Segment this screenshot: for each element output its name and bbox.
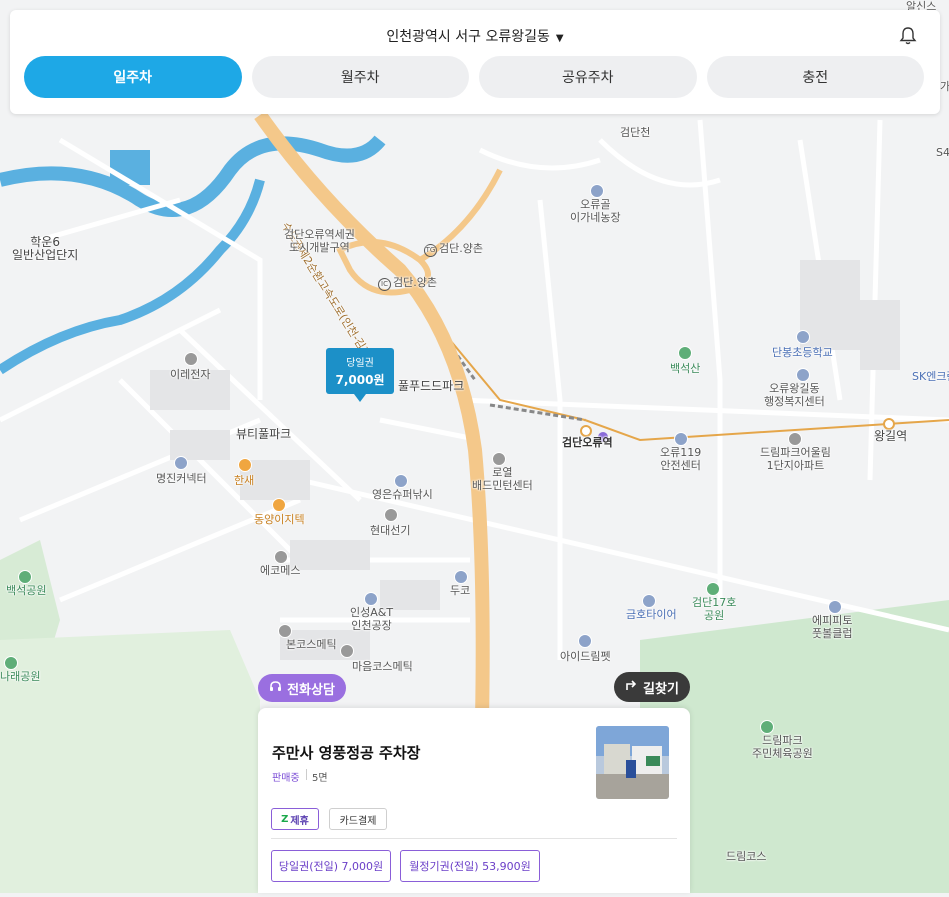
map-label-kumho: 금호타이어 (626, 608, 677, 621)
poi-icon (828, 600, 842, 614)
top-header: 인천광역시 서구 오류왕길동 ▼ 일주차 월주차 공유주차 충전 (10, 10, 940, 114)
poi-icon (454, 570, 468, 584)
map-label-dream-apt: 드림파크어울림 1단지아파트 (760, 446, 831, 472)
map-label-s4: S4 (936, 146, 949, 159)
map-label-insung: 인성A&T 인천공장 (350, 606, 394, 632)
poi-icon (238, 458, 252, 472)
map-label-baekseok: 백석공원 (6, 584, 47, 597)
map-label-sk: SK엔크린 (912, 370, 949, 383)
poi-icon (590, 184, 604, 198)
poi-icon (642, 594, 656, 608)
poi-icon (4, 656, 18, 670)
headset-icon (269, 680, 282, 697)
poi-icon (384, 508, 398, 522)
directions-label: 길찾기 (643, 681, 679, 697)
location-text: 인천광역시 서구 오류왕길동 (386, 29, 550, 45)
ic2-badge: IC (378, 278, 391, 291)
poi-icon (492, 452, 506, 466)
location-selector[interactable]: 인천광역시 서구 오류왕길동 ▼ (10, 26, 940, 46)
price-monthly-button[interactable]: 월정기권(전일) 53,900원 (400, 850, 540, 882)
map-label-safety: 오류119 안전센터 (660, 446, 702, 472)
marker-label: 당일권 (346, 358, 374, 369)
poi-icon (364, 592, 378, 606)
poi-icon (278, 624, 292, 638)
poi-icon (340, 644, 354, 658)
map-label-park17: 검단17호 공원 (692, 596, 737, 622)
turn-right-arrow-icon (625, 679, 637, 695)
poi-icon (578, 634, 592, 648)
map-label-oryugol: 오류골 이가네농장 (570, 198, 621, 224)
map-label-bon: 본코스메틱 (286, 638, 337, 651)
map-label-beauty: 뷰티풀파크 (236, 427, 292, 441)
poi-icon (796, 330, 810, 344)
map-label-myungjin: 명진커넥터 (156, 472, 207, 485)
tab-monthly[interactable]: 월주차 (251, 56, 469, 98)
poi-icon (760, 720, 774, 734)
poi-icon (272, 498, 286, 512)
partner-z-icon: Z (281, 813, 289, 825)
map-label-duco: 두코 (450, 584, 471, 597)
poi-icon (394, 474, 408, 488)
poi-icon (274, 550, 288, 564)
directions-button[interactable]: 길찾기 (614, 672, 690, 702)
poi-icon (184, 352, 198, 366)
tag-card-payment: 카드결제 (329, 808, 387, 830)
phone-consult-button[interactable]: 전화상담 (258, 674, 346, 702)
poi-icon (678, 346, 692, 360)
map-label-geomdan-station: 검단오류역 (562, 436, 613, 449)
sale-status: 판매중 (272, 773, 300, 784)
poi-icon (796, 368, 810, 382)
parking-lot-photo[interactable] (596, 726, 669, 799)
map-label-geomdancheon: 검단천 (620, 126, 651, 139)
map-label-maeul: 마음코스메틱 (352, 660, 413, 673)
parking-price-marker[interactable]: 당일권 7,000원 (326, 348, 394, 402)
parking-lot-name: 주만사 영풍정공 주차장 (272, 744, 421, 762)
map-label-epip: 에피피토 풋볼클럽 (812, 614, 853, 640)
ic1-badge: TG (424, 244, 437, 257)
tab-shared[interactable]: 공유주차 (479, 56, 697, 98)
map-label-ic2: IC 검단.양촌 (378, 276, 437, 291)
divider (271, 838, 677, 839)
poi-icon (706, 582, 720, 596)
price-daily-button[interactable]: 당일권(전일) 7,000원 (271, 850, 391, 882)
consult-label: 전화상담 (287, 682, 335, 698)
map-label-hansae: 한새 (234, 474, 255, 487)
map-label-irae: 이레전자 (170, 368, 211, 381)
caret-down-icon: ▼ (555, 33, 564, 44)
map-label-ic1: TG 검단.양촌 (424, 242, 483, 257)
map-label-hakun: 학운6 일반산업단지 (12, 235, 79, 262)
poi-icon (674, 432, 688, 446)
map-label-youngeun: 영은슈퍼낚시 (372, 488, 433, 501)
tab-daily[interactable]: 일주차 (24, 56, 242, 98)
space-count: 5면 (312, 773, 328, 784)
map-label-baekseoksan: 백석산 (670, 362, 701, 375)
map-label-wanggil: 왕길역 (874, 429, 908, 443)
poi-icon (174, 456, 188, 470)
map-label-hyundai: 현대선기 (370, 524, 411, 537)
divider (306, 769, 307, 780)
map-label-eyedream: 아이드림펫 (560, 650, 611, 663)
map-label-food: 풀푸드드파크 (398, 379, 465, 393)
map-label-dreampark-gym: 드림파크 주민체육공원 (752, 734, 813, 760)
map-label-ka: 가 (940, 80, 949, 93)
map-label-welfare: 오류왕길동 행정복지센터 (764, 382, 825, 408)
bell-icon[interactable] (898, 26, 918, 46)
parking-lot-card[interactable]: 주만사 영풍정공 주차장 판매중 5면 Z 제휴 카드결제 당일권(전일) 7,0… (258, 708, 690, 893)
map-label-nara: 나래공원 (0, 670, 41, 683)
tag-partner: Z 제휴 (271, 808, 319, 830)
poi-icon (18, 570, 32, 584)
parking-type-tabs: 일주차 월주차 공유주차 충전 (24, 56, 924, 98)
tab-charging[interactable]: 충전 (706, 56, 924, 98)
map-label-ecomes: 에코메스 (260, 564, 301, 577)
map-label-dev-zone: 검단오류역세권 도시개발구역 (284, 228, 355, 254)
map-label-royal: 로열 배드민턴센터 (472, 466, 533, 492)
map-label-dongyang: 동양이지텍 (254, 513, 305, 526)
poi-icon (788, 432, 802, 446)
map-label-dreamcourse: 드림코스 (726, 850, 767, 863)
marker-price: 7,000원 (335, 373, 385, 387)
map-label-danbong: 단봉초등학교 (772, 346, 833, 359)
